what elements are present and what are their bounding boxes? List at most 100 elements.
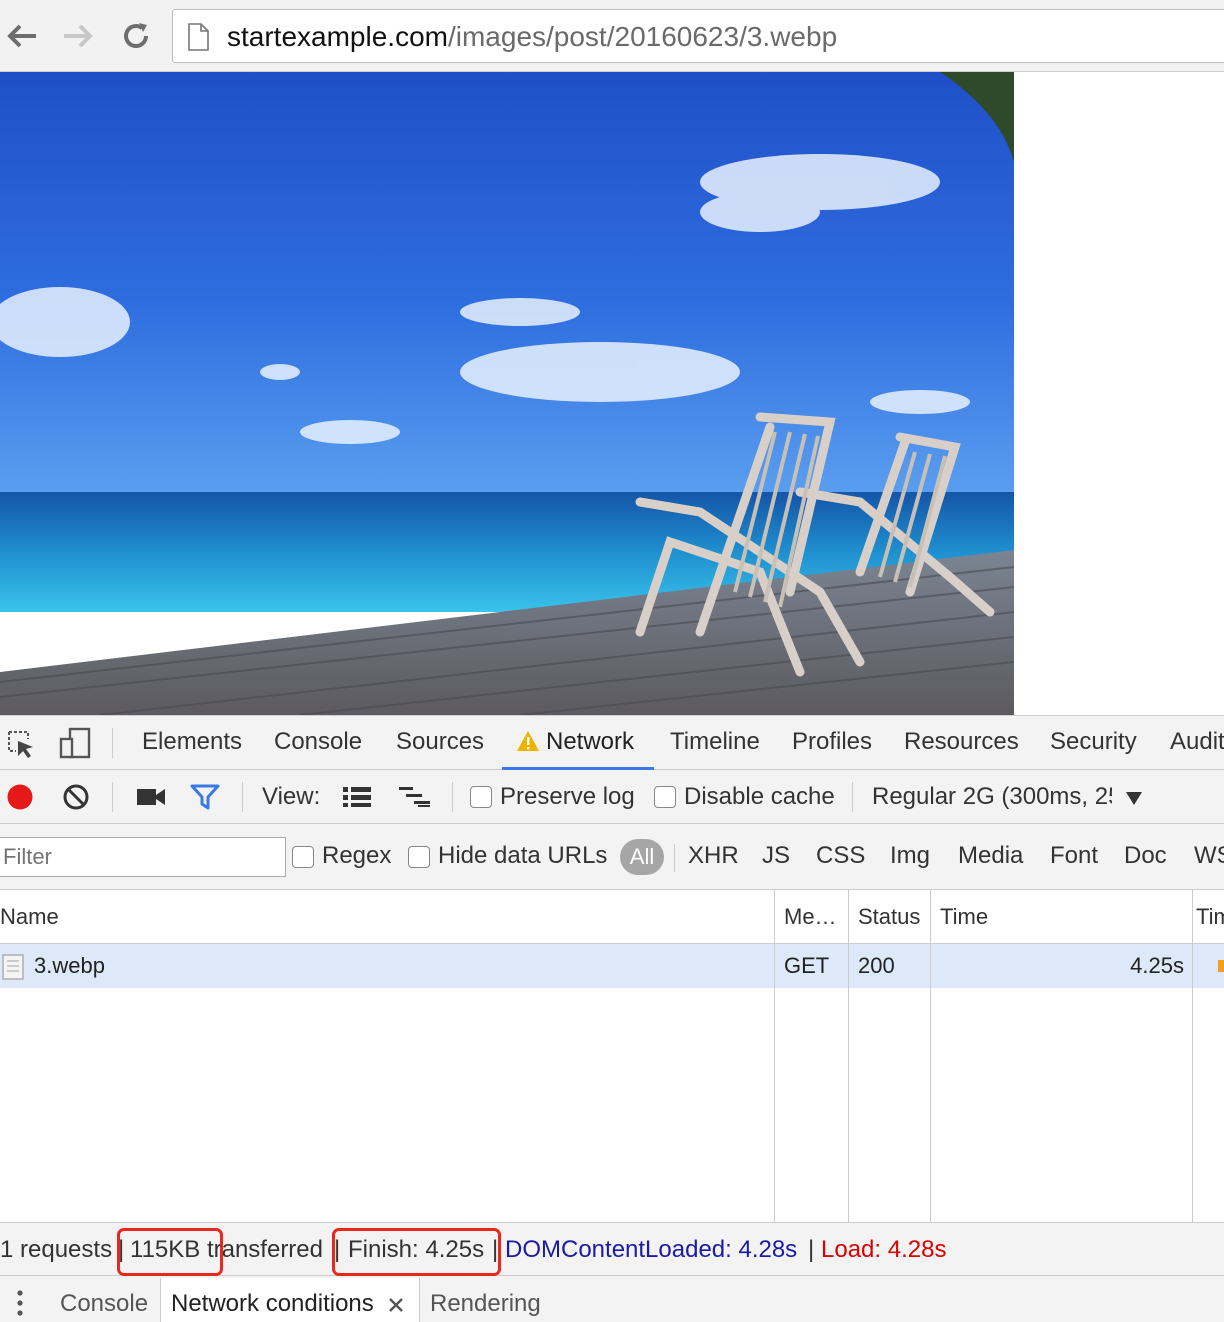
drawer-tab-console[interactable]: Console <box>60 1290 148 1318</box>
summary-separator: | <box>808 1236 815 1263</box>
column-header-status[interactable]: Status <box>858 904 920 930</box>
warning-icon <box>516 730 540 757</box>
column-divider <box>1192 890 1193 1222</box>
tab-security[interactable]: Security <box>1050 728 1137 756</box>
type-filter-doc[interactable]: Doc <box>1124 842 1167 870</box>
tab-elements[interactable]: Elements <box>142 728 242 756</box>
waterfall-icon <box>399 787 430 807</box>
divider <box>674 844 675 872</box>
throttling-value: Regular 2G (300ms, 25 <box>872 783 1112 810</box>
close-icon[interactable] <box>389 1298 403 1312</box>
type-filter-font[interactable]: Font <box>1050 842 1098 870</box>
clear-icon <box>63 784 89 810</box>
regex-label: Regex <box>322 842 392 869</box>
reload-icon <box>124 23 148 48</box>
devtools-tab-bar: Elements Console Sources Network Timelin… <box>0 716 1224 770</box>
tab-network[interactable]: Network <box>546 728 634 756</box>
type-filter-all[interactable]: All <box>620 839 664 875</box>
list-view-icon <box>343 787 371 807</box>
network-toolbar: View: Preserve log Disable cache Regular… <box>0 770 1224 824</box>
record-icon <box>7 784 33 810</box>
image-viewport <box>0 72 1224 715</box>
hide-data-urls-checkbox[interactable] <box>408 846 430 868</box>
column-header-timeline[interactable]: Tim <box>1196 904 1224 930</box>
inspect-element-button[interactable] <box>6 729 36 764</box>
tab-sources[interactable]: Sources <box>396 728 484 756</box>
tab-console[interactable]: Console <box>274 728 362 756</box>
device-mode-button[interactable] <box>58 727 92 764</box>
dropdown-arrow-icon <box>1126 792 1142 805</box>
back-arrow-icon <box>7 24 36 48</box>
requests-table: Name Me… Status Time Tim 3.webp GET 200 … <box>0 890 1224 1222</box>
divider <box>452 782 453 812</box>
drawer-tab-label: Network conditions <box>171 1290 374 1317</box>
large-rows-button[interactable] <box>342 786 372 813</box>
tab-audits[interactable]: Audit <box>1170 728 1224 756</box>
drawer-tab-bar: Console Network conditions Rendering <box>0 1276 1224 1322</box>
divider <box>242 782 243 812</box>
tab-timeline[interactable]: Timeline <box>670 728 760 756</box>
table-row[interactable]: 3.webp GET 200 4.25s <box>0 944 1224 988</box>
inspect-cursor-icon <box>8 731 33 758</box>
request-status: 200 <box>858 953 895 978</box>
highlight-finish <box>332 1228 501 1276</box>
type-filter-xhr[interactable]: XHR <box>688 842 739 870</box>
request-method: GET <box>784 953 830 978</box>
url-text: startexample.com/images/post/20160623/3.… <box>227 22 837 52</box>
address-bar[interactable]: startexample.com/images/post/20160623/3.… <box>172 9 1224 63</box>
record-button[interactable] <box>6 783 34 816</box>
request-time: 4.25s <box>1130 953 1184 978</box>
column-header-method[interactable]: Me… <box>784 904 837 930</box>
highlight-transferred <box>117 1228 223 1276</box>
forward-button[interactable] <box>60 18 96 54</box>
throttling-select[interactable]: Regular 2G (300ms, 25 <box>872 770 1152 824</box>
back-button[interactable] <box>4 18 40 54</box>
clear-button[interactable] <box>62 783 90 816</box>
capture-screenshots-button[interactable] <box>136 786 166 813</box>
type-filter-ws[interactable]: WS <box>1194 842 1224 870</box>
filter-bar: Regex Hide data URLs All XHR JS CSS Img … <box>0 824 1224 890</box>
column-header-name[interactable]: Name <box>0 904 59 930</box>
reload-button[interactable] <box>118 18 154 54</box>
network-summary-bar: 1 requests | 115KB transferred | Finish:… <box>0 1222 1224 1276</box>
type-filter-media[interactable]: Media <box>958 842 1023 870</box>
requests-count: 1 requests <box>0 1236 113 1263</box>
preserve-log-checkbox[interactable] <box>470 786 492 808</box>
tab-resources[interactable]: Resources <box>904 728 1019 756</box>
file-icon <box>2 954 24 980</box>
regex-checkbox[interactable] <box>292 846 314 868</box>
divider <box>852 782 853 812</box>
column-divider <box>774 890 775 1222</box>
page-icon <box>188 23 209 51</box>
devtools-panel: Elements Console Sources Network Timelin… <box>0 715 1224 1322</box>
tab-profiles[interactable]: Profiles <box>792 728 872 756</box>
drawer-tab-rendering[interactable]: Rendering <box>430 1290 541 1318</box>
beach-deck-chairs-image <box>0 72 1014 715</box>
type-filter-js[interactable]: JS <box>762 842 790 870</box>
disable-cache-checkbox[interactable] <box>654 786 676 808</box>
request-name: 3.webp <box>34 953 105 978</box>
type-filter-img[interactable]: Img <box>890 842 930 870</box>
forward-arrow-icon <box>64 24 93 48</box>
filter-input[interactable] <box>0 837 286 877</box>
dom-content-loaded: DOMContentLoaded: 4.28s <box>505 1236 798 1263</box>
load-time: Load: 4.28s <box>821 1236 947 1263</box>
waterfall-bar <box>1218 960 1224 972</box>
url-path: /images/post/20160623/3.webp <box>447 21 838 52</box>
url-host: startexample.com <box>227 21 448 52</box>
funnel-icon <box>190 784 220 810</box>
column-divider <box>848 890 849 1222</box>
device-mode-icon <box>59 727 91 759</box>
column-header-time[interactable]: Time <box>940 904 988 930</box>
type-filter-css[interactable]: CSS <box>816 842 865 870</box>
more-options-icon[interactable] <box>16 1290 24 1321</box>
filter-toggle-button[interactable] <box>190 784 220 815</box>
overview-button[interactable] <box>398 786 432 813</box>
view-label: View: <box>262 783 321 810</box>
video-camera-icon <box>137 789 165 805</box>
preserve-log-label: Preserve log <box>500 783 635 810</box>
drawer-tab-network-conditions[interactable]: Network conditions <box>160 1278 420 1322</box>
column-divider <box>930 890 931 1222</box>
browser-toolbar: startexample.com/images/post/20160623/3.… <box>0 0 1224 72</box>
table-header: Name Me… Status Time Tim <box>0 890 1224 944</box>
